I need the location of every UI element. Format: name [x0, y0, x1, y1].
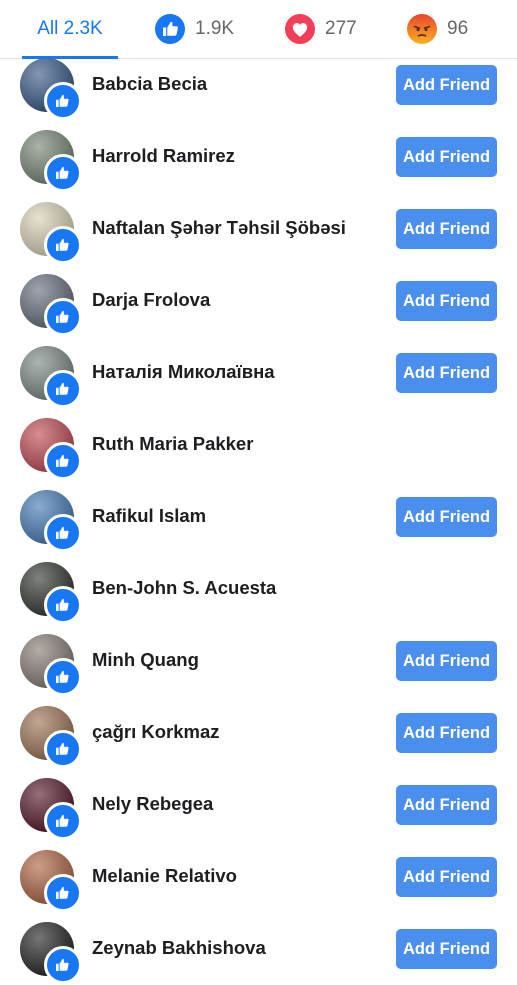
add-friend-button[interactable]: Add Friend [396, 209, 497, 249]
add-friend-button[interactable]: Add Friend [396, 785, 497, 825]
person-name[interactable]: Rafikul Islam [92, 505, 206, 527]
like-reaction-icon [155, 14, 185, 44]
tab-all[interactable]: All 2.3K [22, 0, 118, 59]
like-badge-icon [44, 586, 82, 624]
list-item[interactable]: Babcia Becia Add Friend [0, 49, 517, 121]
person-name[interactable]: Zeynab Bakhishova [92, 937, 266, 959]
person-name[interactable]: çağrı Korkmaz [92, 721, 220, 743]
list-item[interactable]: Melanie Relativo Add Friend [0, 841, 517, 913]
like-badge-icon [44, 226, 82, 264]
list-item[interactable]: Ruth Maria Pakker [0, 409, 517, 481]
list-item[interactable]: Minh Quang Add Friend [0, 625, 517, 697]
like-badge-icon [44, 298, 82, 336]
person-name[interactable]: Ruth Maria Pakker [92, 433, 253, 455]
tab-all-label: All 2.3K [37, 18, 103, 39]
like-badge-icon [44, 514, 82, 552]
tab-like[interactable]: 1.9K [155, 0, 234, 58]
list-item[interactable]: Darja Frolova Add Friend [0, 265, 517, 337]
add-friend-button[interactable]: Add Friend [396, 137, 497, 177]
like-badge-icon [44, 874, 82, 912]
like-badge-icon [44, 154, 82, 192]
like-badge-icon [44, 802, 82, 840]
like-badge-icon [44, 370, 82, 408]
like-badge-icon [44, 82, 82, 120]
tab-love[interactable]: 277 [285, 0, 357, 58]
add-friend-button[interactable]: Add Friend [396, 497, 497, 537]
like-badge-icon [44, 730, 82, 768]
tab-angry-count: 96 [447, 18, 469, 39]
person-name[interactable]: Minh Quang [92, 649, 199, 671]
list-item[interactable]: Zeynab Bakhishova Add Friend [0, 913, 517, 985]
person-name[interactable]: Ben-John S. Acuesta [92, 577, 276, 599]
tab-like-count: 1.9K [195, 18, 235, 39]
person-name[interactable]: Harrold Ramirez [92, 145, 235, 167]
love-reaction-icon [285, 14, 315, 44]
list-item[interactable]: Nely Rebegea Add Friend [0, 769, 517, 841]
list-item[interactable]: Naftalan Şəhər Təhsil Şöbəsi Add Friend [0, 193, 517, 265]
person-name[interactable]: Darja Frolova [92, 289, 210, 311]
add-friend-button[interactable]: Add Friend [396, 929, 497, 969]
person-name[interactable]: Naftalan Şəhər Təhsil Şöbəsi [92, 217, 346, 239]
like-badge-icon [44, 442, 82, 480]
add-friend-button[interactable]: Add Friend [396, 857, 497, 897]
add-friend-button[interactable]: Add Friend [396, 713, 497, 753]
add-friend-button[interactable]: Add Friend [396, 281, 497, 321]
list-item[interactable]: Наталія Миколаївна Add Friend [0, 337, 517, 409]
person-name[interactable]: Babcia Becia [92, 73, 207, 95]
tab-love-count: 277 [325, 18, 357, 39]
add-friend-button[interactable]: Add Friend [396, 65, 497, 105]
like-badge-icon [44, 658, 82, 696]
person-name[interactable]: Melanie Relativo [92, 865, 237, 887]
tab-angry[interactable]: 96 [407, 0, 468, 58]
list-item[interactable]: Rafikul Islam Add Friend [0, 481, 517, 553]
person-name[interactable]: Nely Rebegea [92, 793, 213, 815]
reaction-tabs: All 2.3K 1.9K 277 96 [0, 0, 517, 59]
like-badge-icon [44, 946, 82, 984]
angry-reaction-icon [407, 14, 437, 44]
list-item[interactable]: Ben-John S. Acuesta [0, 553, 517, 625]
list-item[interactable]: Harrold Ramirez Add Friend [0, 121, 517, 193]
list-item[interactable]: çağrı Korkmaz Add Friend [0, 697, 517, 769]
person-name[interactable]: Наталія Миколаївна [92, 361, 275, 383]
add-friend-button[interactable]: Add Friend [396, 353, 497, 393]
add-friend-button[interactable]: Add Friend [396, 641, 497, 681]
